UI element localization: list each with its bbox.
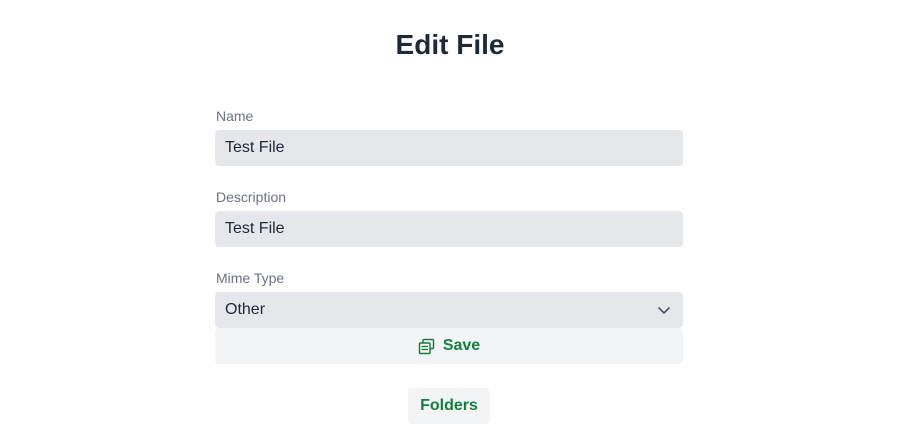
folders-button-label: Folders xyxy=(420,397,478,414)
edit-file-form: Name Description Mime Type Other xyxy=(215,106,683,349)
folders-button[interactable]: Folders xyxy=(408,388,490,424)
name-field-group: Name xyxy=(215,106,683,166)
save-button-label: Save xyxy=(442,337,481,354)
mime-type-field-group: Mime Type Other xyxy=(215,268,683,328)
chevron-down-icon xyxy=(658,307,670,314)
mime-type-select[interactable]: Other xyxy=(215,292,683,328)
description-label: Description xyxy=(216,189,287,205)
description-input[interactable] xyxy=(215,211,683,247)
name-label: Name xyxy=(216,108,254,124)
mime-type-selected-value: Other xyxy=(225,301,266,318)
name-input[interactable] xyxy=(215,130,683,166)
copy-icon xyxy=(418,338,435,354)
edit-file-page: Edit File Name Description Mime Type Oth… xyxy=(0,0,900,445)
description-field-group: Description xyxy=(215,187,683,247)
save-button[interactable]: Save xyxy=(215,328,683,364)
mime-type-label: Mime Type xyxy=(216,270,285,286)
page-title: Edit File xyxy=(395,29,505,60)
